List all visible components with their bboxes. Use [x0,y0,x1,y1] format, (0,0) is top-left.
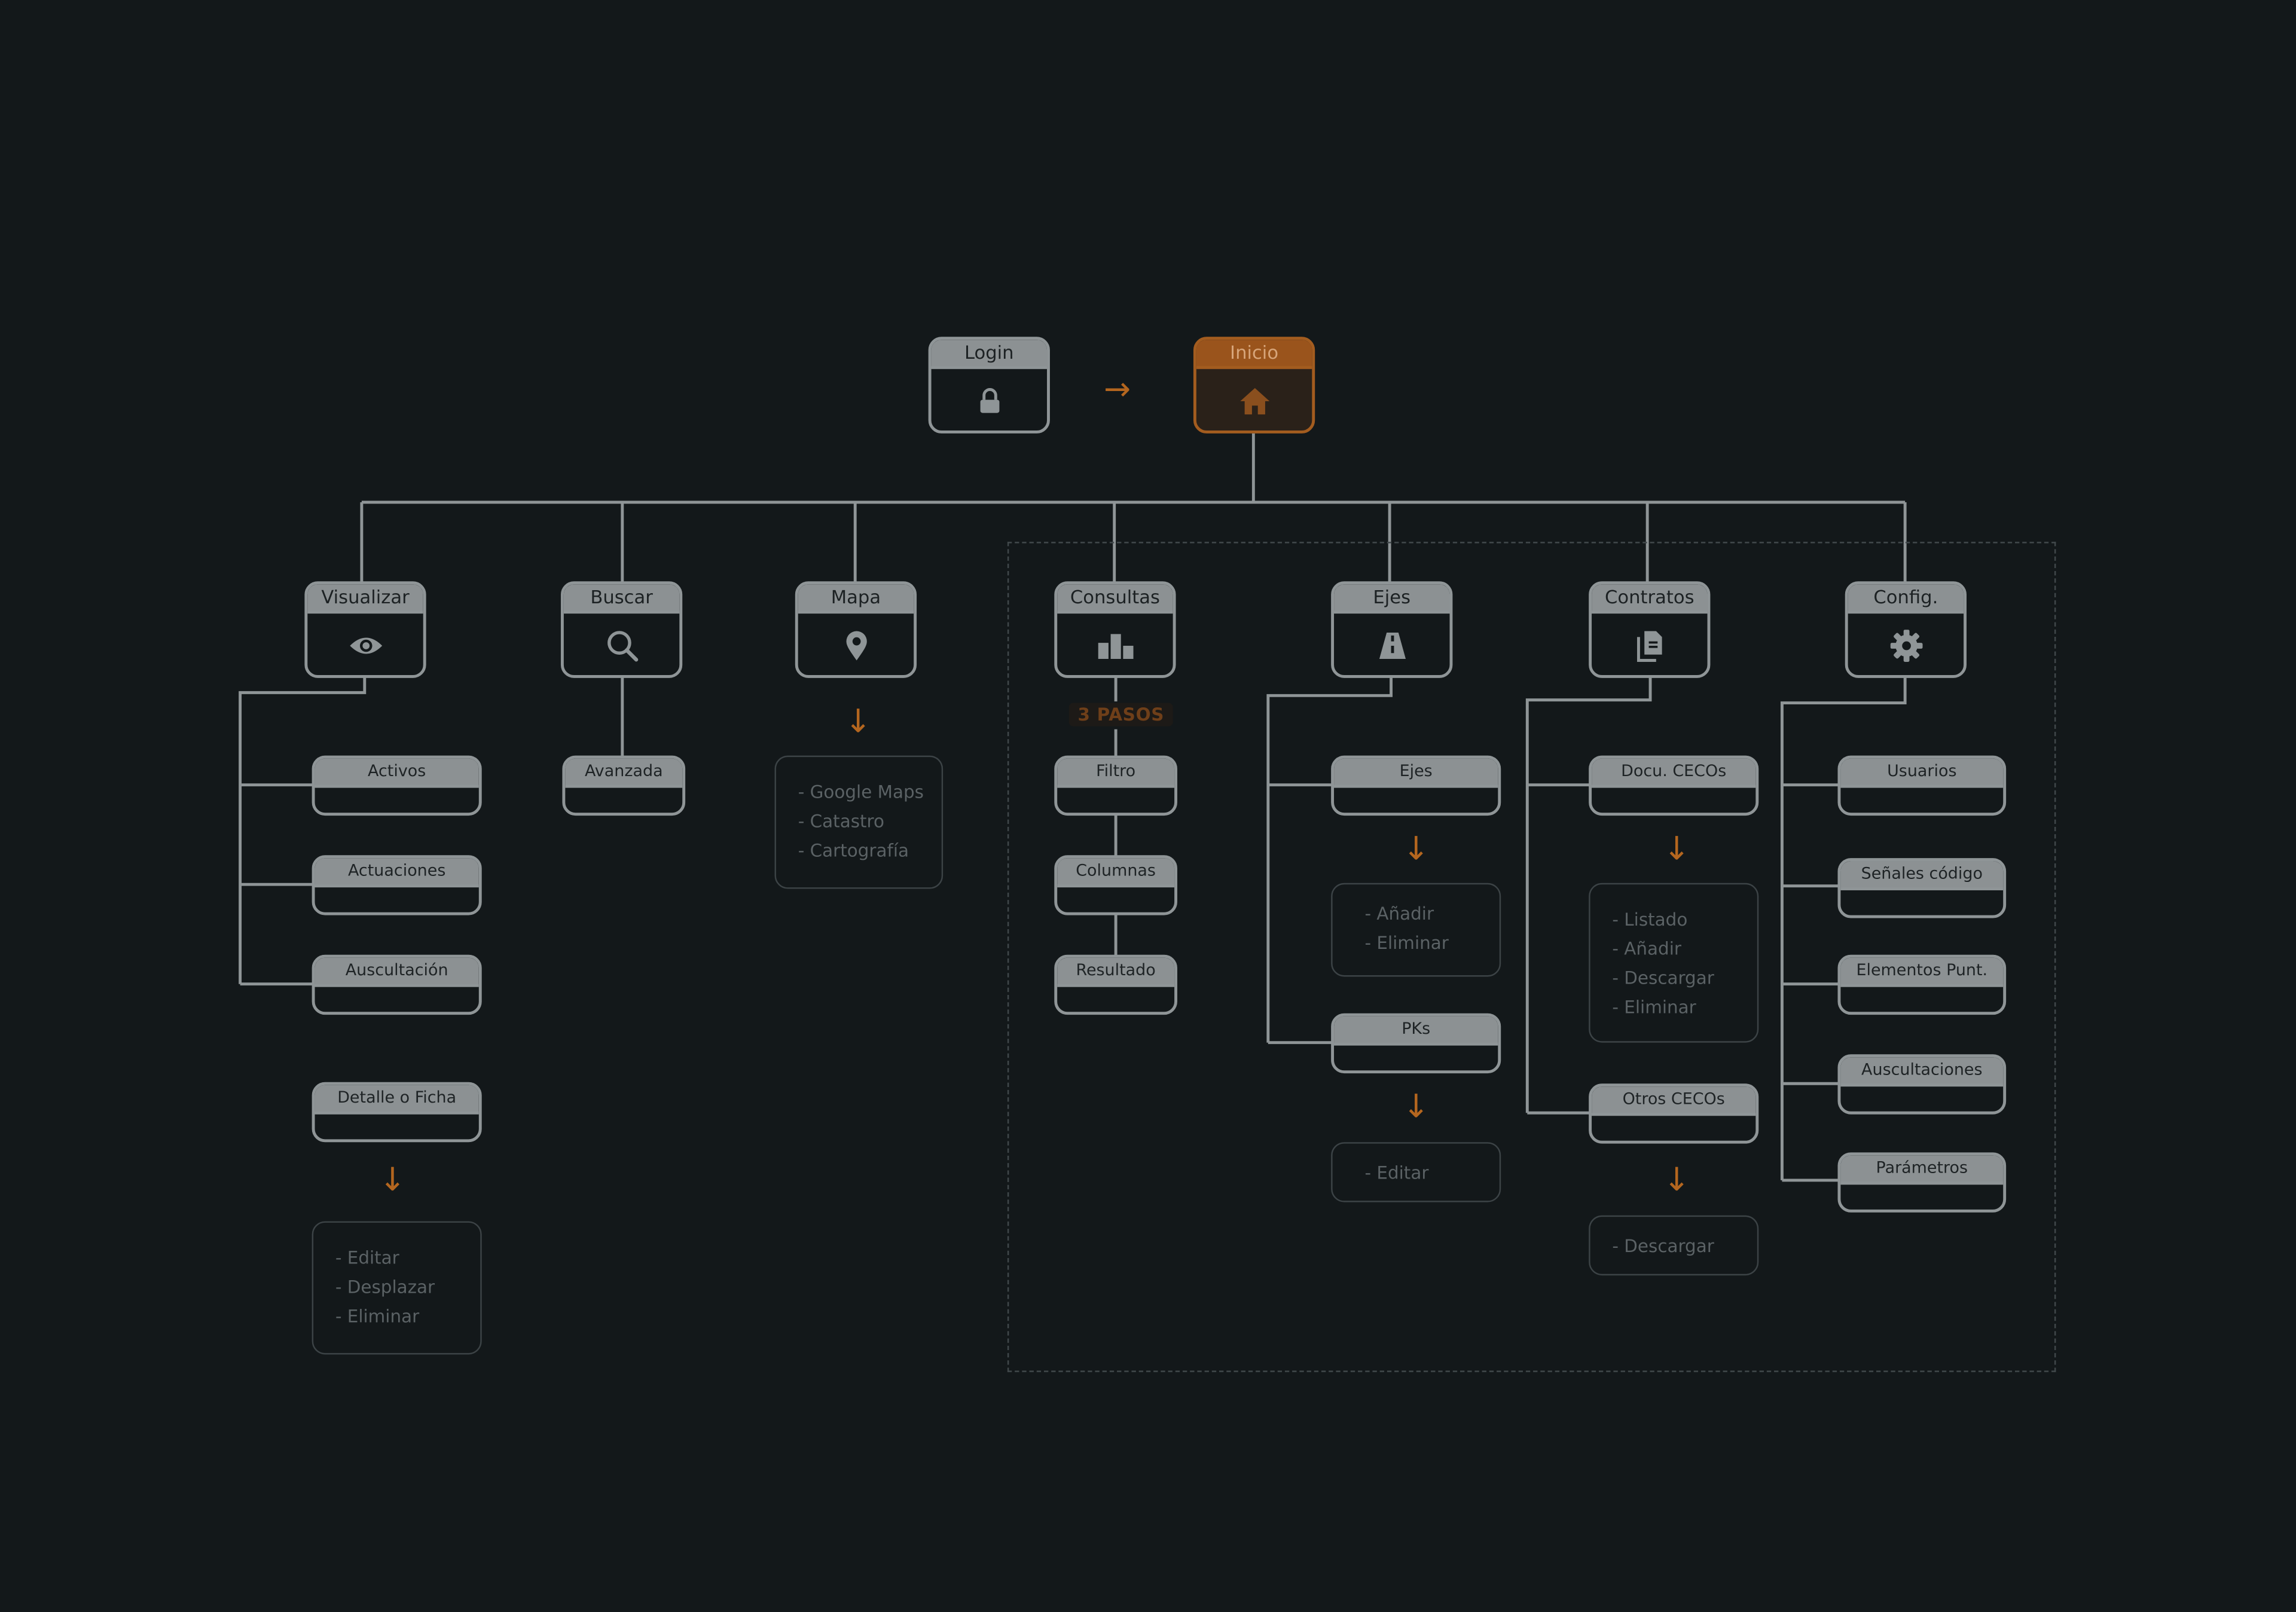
inicio-label: Inicio [1196,340,1312,370]
eye-icon [349,637,381,654]
config-label: Config. [1848,584,1964,614]
pks-actions-list: - Editar [1331,1142,1501,1202]
list-item: - Editar [1364,1162,1429,1183]
item-label: Auscultación [315,957,479,987]
ejes-item-pks[interactable]: PKs [1331,1013,1501,1074]
consultas-node[interactable]: Consultas [1054,581,1176,678]
down-arrow: ↓ [378,1162,406,1199]
item-label: Avanzada [565,758,683,788]
list-item: - Cartografía [798,840,909,862]
documents-icon [1636,631,1662,662]
item-label: Detalle o Ficha [315,1085,479,1115]
ejes-actions-list: - Añadir - Eliminar [1331,883,1501,977]
item-label: Parámetros [1840,1155,2004,1185]
login-node[interactable]: Login [928,337,1050,433]
item-label: Otros CECOs [1592,1086,1756,1116]
list-item: - Añadir [1364,903,1434,924]
item-label: Resultado [1057,957,1175,987]
list-item: - Descargar [1612,1235,1714,1257]
buscar-label: Buscar [563,584,680,614]
item-label: Señales código [1840,861,2004,890]
otros-cecos-actions-list: - Descargar [1589,1215,1759,1276]
visualizar-label: Visualizar [307,584,423,614]
contratos-node[interactable]: Contratos [1589,581,1711,678]
bar-chart-icon [1097,634,1133,660]
item-label: Columnas [1057,858,1175,888]
visualizar-item-detalle[interactable]: Detalle o Ficha [312,1082,482,1143]
docu-cecos-actions-list: - Listado - Añadir - Descargar - Eliminar [1589,883,1759,1043]
inicio-node[interactable]: Inicio [1193,337,1315,433]
consultas-step-columnas[interactable]: Columnas [1054,855,1177,915]
map-pin-icon [845,631,866,661]
list-item: - Eliminar [1364,933,1449,954]
visualizar-node[interactable]: Visualizar [304,581,426,678]
mapa-node[interactable]: Mapa [795,581,917,678]
consultas-label: Consultas [1057,584,1173,614]
visualizar-item-auscultacion[interactable]: Auscultación [312,954,482,1015]
contratos-item-docu-cecos[interactable]: Docu. CECOs [1589,755,1759,816]
list-item: - Listado [1612,909,1688,930]
config-item-elementos-punt[interactable]: Elementos Punt. [1837,954,2007,1015]
item-label: Activos [315,758,479,788]
steps-badge: 3 PASOS [1068,703,1173,726]
list-item: - Editar [335,1247,399,1268]
contratos-item-otros-cecos[interactable]: Otros CECOs [1589,1083,1759,1144]
ejes-label: Ejes [1334,584,1450,614]
list-item: - Catastro [798,811,884,832]
config-node[interactable]: Config. [1845,581,1967,678]
visualizar-item-actuaciones[interactable]: Actuaciones [312,855,482,915]
list-item: - Añadir [1612,938,1681,960]
config-item-parametros[interactable]: Parámetros [1837,1152,2007,1213]
item-label: PKs [1334,1016,1498,1046]
item-label: Docu. CECOs [1592,758,1756,788]
road-icon [1378,632,1405,660]
ejes-node[interactable]: Ejes [1331,581,1453,678]
flow-arrow: → [1104,372,1131,409]
config-item-auscultaciones[interactable]: Auscultaciones [1837,1054,2007,1115]
down-arrow: ↓ [1402,1089,1430,1126]
item-label: Usuarios [1840,758,2004,788]
mapa-options-list: - Google Maps - Catastro - Cartografía [774,755,944,889]
visualizar-item-activos[interactable]: Activos [312,755,482,816]
login-label: Login [931,340,1048,370]
down-arrow: ↓ [844,704,872,741]
lock-icon [979,388,999,413]
config-item-usuarios[interactable]: Usuarios [1837,755,2007,816]
home-icon [1239,387,1269,415]
list-item: - Google Maps [798,781,924,803]
consultas-step-resultado[interactable]: Resultado [1054,954,1177,1015]
ejes-item-ejes[interactable]: Ejes [1331,755,1501,816]
detalle-actions-list: - Editar - Desplazar - Eliminar [312,1221,482,1355]
item-label: Ejes [1334,758,1498,788]
down-arrow: ↓ [1663,832,1690,869]
buscar-node[interactable]: Buscar [560,581,683,678]
down-arrow: ↓ [1402,832,1430,869]
item-label: Elementos Punt. [1840,957,2004,987]
item-label: Filtro [1057,758,1175,788]
list-item: - Desplazar [335,1277,435,1297]
item-label: Actuaciones [315,858,479,888]
gear-icon [1889,630,1922,662]
list-item: - Eliminar [1612,997,1696,1018]
down-arrow: ↓ [1663,1162,1690,1199]
search-icon [606,631,638,662]
consultas-step-filtro[interactable]: Filtro [1054,755,1177,816]
connector-visualizar-tree [239,676,367,986]
list-item: - Eliminar [335,1306,420,1327]
buscar-item-avanzada[interactable]: Avanzada [562,755,686,816]
config-item-senales-codigo[interactable]: Señales código [1837,858,2007,918]
mapa-label: Mapa [798,584,914,614]
item-label: Auscultaciones [1840,1057,2004,1087]
contratos-label: Contratos [1592,584,1708,614]
list-item: - Descargar [1612,967,1714,989]
